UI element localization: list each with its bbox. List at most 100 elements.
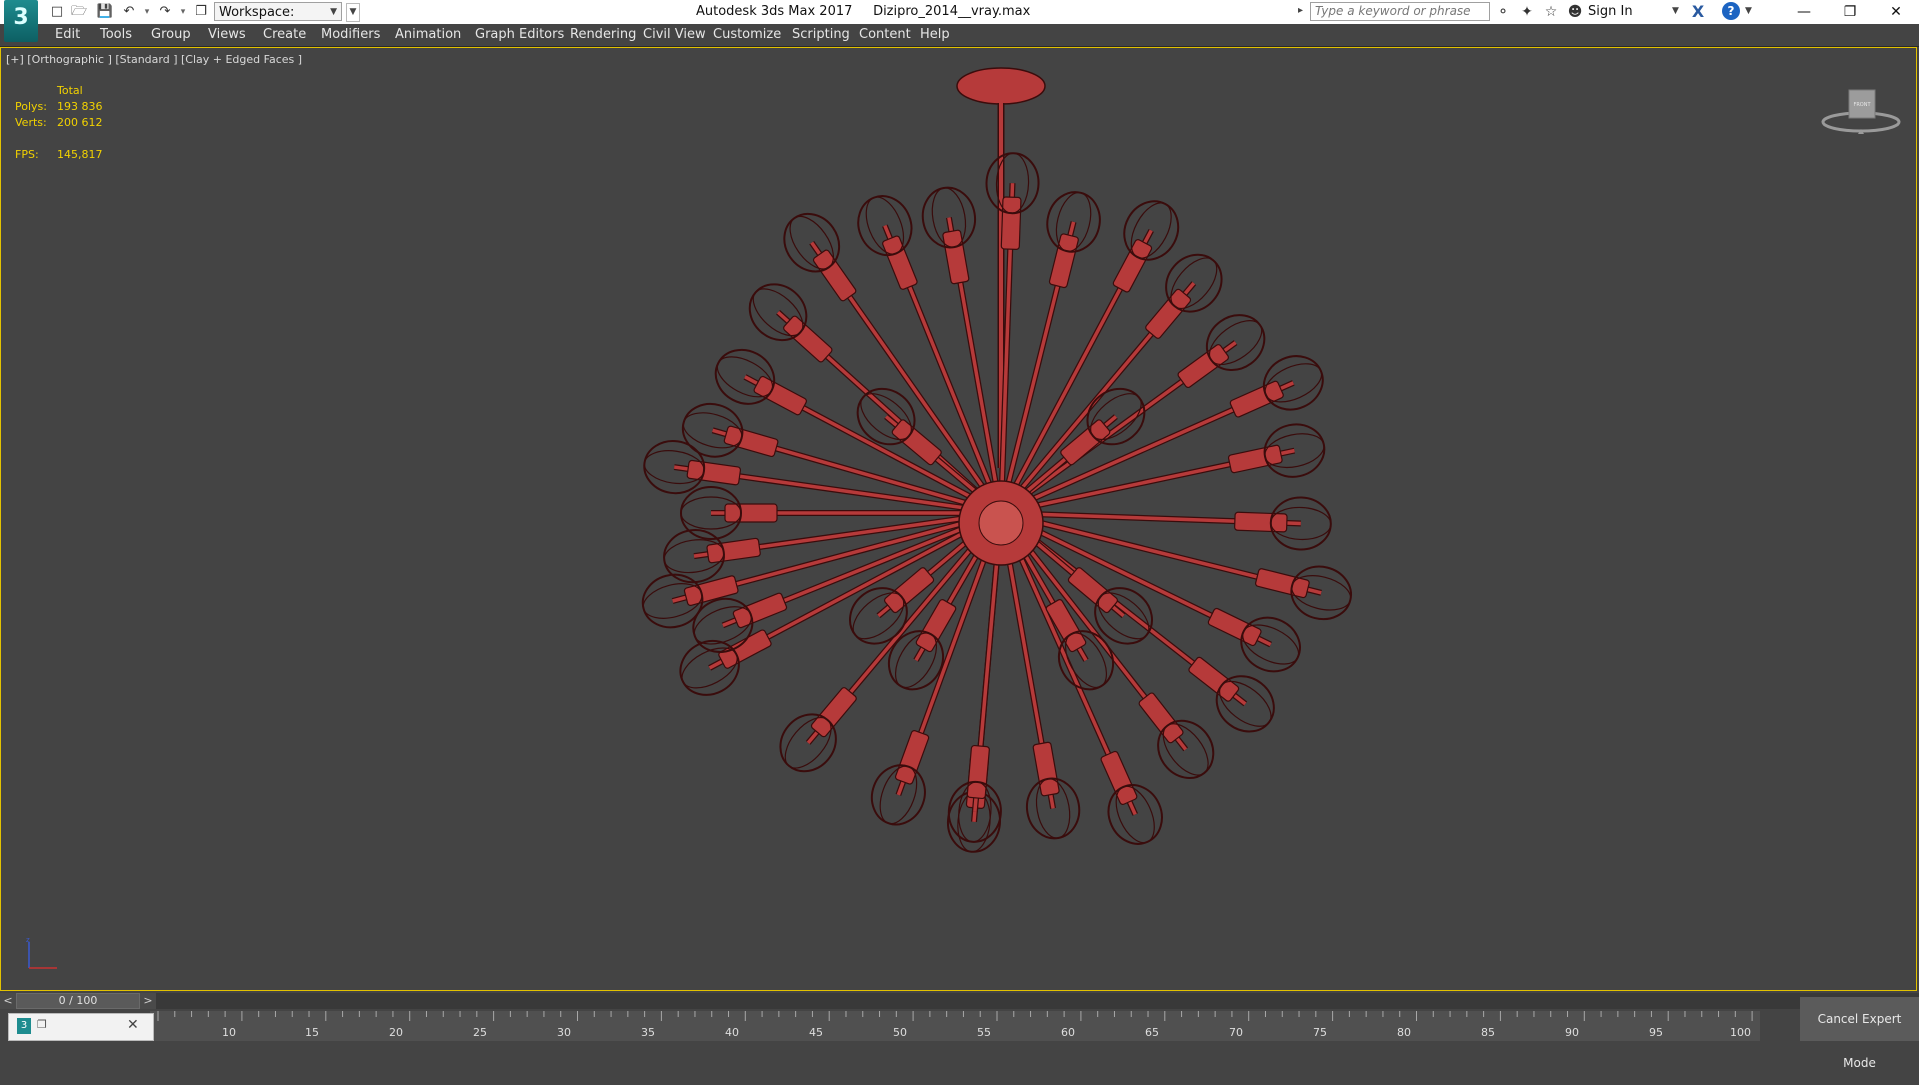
menu-rendering[interactable]: Rendering	[570, 27, 636, 42]
quick-access-customize-icon[interactable]: ▼	[346, 3, 360, 22]
search-input[interactable]: Type a keyword or phrase	[1310, 2, 1490, 21]
sign-in-button[interactable]: Sign In	[1588, 4, 1633, 19]
menu-modifiers[interactable]: Modifiers	[321, 27, 380, 42]
lamp-socket	[1000, 196, 1022, 250]
tick-label: 40	[725, 1026, 739, 1039]
undo-icon[interactable]: ↶	[120, 3, 138, 21]
orthographic-viewport[interactable]: [+] [Orthographic ] [Standard ] [Clay + …	[0, 47, 1917, 991]
lamp-socket	[686, 459, 742, 486]
stats-fps-value: 145,817	[57, 148, 103, 161]
stats-fps-label: FPS:	[15, 148, 39, 161]
menu-help[interactable]: Help	[920, 27, 950, 42]
axis-tripod-icon: z	[26, 936, 57, 969]
save-file-icon[interactable]: 💾	[96, 3, 114, 21]
favorites-star-icon[interactable]: ☆	[1542, 3, 1560, 21]
binoculars-icon[interactable]: ⚬	[1494, 3, 1512, 21]
previous-frame-button[interactable]: <	[0, 993, 16, 1009]
lamp-socket	[718, 629, 772, 669]
tick-label: 25	[473, 1026, 487, 1039]
lamp-socket	[1234, 511, 1288, 533]
app-title: Autodesk 3ds Max 2017	[696, 4, 853, 19]
track-bar-ruler[interactable]: 10 15 20 25 30 35 40 45 50 55 60 65 70 7…	[150, 1011, 1837, 1041]
tick-label: 20	[389, 1026, 403, 1039]
tick-label: 70	[1229, 1026, 1243, 1039]
lamp-socket	[1177, 344, 1229, 389]
next-frame-button[interactable]: >	[140, 993, 156, 1009]
menu-civil-view[interactable]: Civil View	[643, 27, 706, 42]
chandelier-model[interactable]	[1, 48, 1917, 991]
menu-scripting[interactable]: Scripting	[792, 27, 850, 42]
lamp-socket	[966, 744, 990, 800]
app-logo-button[interactable]: 3	[4, 0, 38, 42]
stats-verts-value: 200 612	[57, 116, 103, 129]
user-icon: ☻	[1567, 4, 1583, 20]
stats-verts-label: Verts:	[15, 116, 47, 129]
tick-label: 15	[305, 1026, 319, 1039]
viewport-label-menu[interactable]: [+] [Orthographic ] [Standard ] [Clay + …	[6, 53, 302, 66]
stats-total-label: Total	[57, 84, 83, 97]
lamp-socket	[942, 229, 970, 285]
tick-label: 50	[893, 1026, 907, 1039]
menu-edit[interactable]: Edit	[55, 27, 80, 42]
menu-views[interactable]: Views	[208, 27, 246, 42]
menu-tools[interactable]: Tools	[100, 27, 132, 42]
lamp-socket	[1227, 444, 1283, 474]
stats-polys-label: Polys:	[15, 100, 47, 113]
open-file-icon[interactable]: 🗁	[70, 3, 88, 21]
tick-label: 65	[1145, 1026, 1159, 1039]
lamp-socket	[732, 592, 788, 629]
time-slider-track[interactable]	[0, 993, 1919, 1009]
lamp-socket	[882, 235, 918, 290]
menu-group[interactable]: Group	[151, 27, 191, 42]
tick-label: 100	[1730, 1026, 1751, 1039]
project-folder-icon[interactable]: ❐	[192, 3, 210, 21]
new-file-icon[interactable]: □	[48, 3, 66, 21]
tick-label: 85	[1481, 1026, 1495, 1039]
autodesk-exchange-icon[interactable]: X	[1688, 2, 1708, 22]
close-icon[interactable]: ✕	[127, 1017, 139, 1033]
ceiling-canopy	[956, 67, 1046, 105]
workspace-dropdown[interactable]: Workspace: Default ▼	[214, 2, 342, 39]
lamp-socket	[1032, 741, 1060, 797]
tick-label: 60	[1061, 1026, 1075, 1039]
tick-label: 75	[1313, 1026, 1327, 1039]
cancel-expert-mode-button[interactable]: Cancel Expert Mode	[1800, 997, 1919, 1070]
menu-create[interactable]: Create	[263, 27, 306, 42]
communication-center-icon[interactable]: ✦	[1518, 3, 1536, 21]
lamp-socket	[724, 503, 778, 523]
minimized-window-tab[interactable]: 3 ❐ ✕	[8, 1013, 154, 1041]
lamp-socket	[1229, 380, 1284, 418]
menu-graph-editors[interactable]: Graph Editors	[475, 27, 564, 42]
menu-animation[interactable]: Animation	[395, 27, 461, 42]
redo-icon[interactable]: ↷	[156, 3, 174, 21]
lamp-socket	[753, 375, 807, 416]
stats-polys-value: 193 836	[57, 100, 103, 113]
window-title: Autodesk 3ds Max 2017 Dizipro_2014__vray…	[696, 4, 1030, 19]
restore-icon[interactable]: ❐	[1827, 0, 1873, 24]
chevron-down-icon[interactable]: ▼	[1672, 6, 1679, 16]
tick-label: 90	[1565, 1026, 1579, 1039]
lamp-socket	[1138, 692, 1184, 744]
chandelier-hub-center	[978, 500, 1024, 546]
tick-label: 95	[1649, 1026, 1663, 1039]
help-icon[interactable]: ?	[1722, 2, 1740, 20]
restore-icon[interactable]: ❐	[37, 1018, 47, 1031]
close-icon[interactable]: ✕	[1873, 0, 1919, 24]
chevron-down-icon[interactable]: ▼	[1745, 6, 1752, 16]
minimize-icon[interactable]: —	[1781, 0, 1827, 24]
search-expand-icon[interactable]: ▸	[1298, 5, 1303, 16]
lamp-socket	[812, 249, 857, 302]
lamp-socket	[1207, 607, 1262, 647]
file-title: Dizipro_2014__vray.max	[873, 4, 1031, 19]
lamp-socket	[706, 537, 761, 564]
lamp-socket	[894, 730, 930, 785]
menu-bar: Edit Tools Group Views Create Modifiers …	[0, 24, 1919, 47]
undo-dropdown-icon[interactable]: ▾	[142, 3, 152, 21]
tick-label: 55	[977, 1026, 991, 1039]
menu-content[interactable]: Content	[859, 27, 911, 42]
time-slider-thumb[interactable]: 0 / 100	[16, 993, 140, 1009]
viewcube[interactable]: FRONT	[1820, 84, 1902, 140]
menu-customize[interactable]: Customize	[713, 27, 781, 42]
redo-dropdown-icon[interactable]: ▾	[178, 3, 188, 21]
lamp-socket	[1188, 656, 1240, 702]
